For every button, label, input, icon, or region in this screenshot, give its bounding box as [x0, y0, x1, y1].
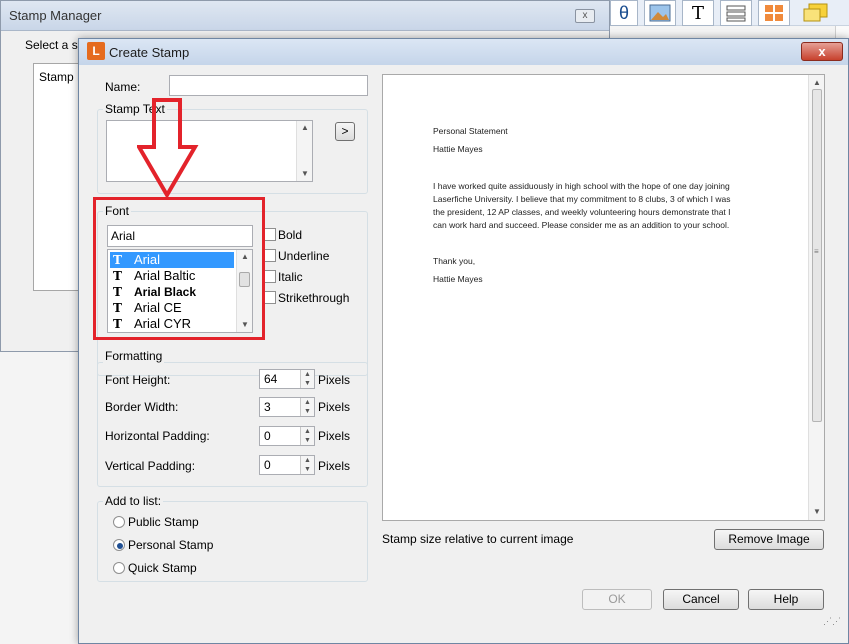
list-icon[interactable]: [720, 0, 752, 26]
remove-image-button[interactable]: Remove Image: [714, 529, 824, 550]
scroll-up-icon[interactable]: ▲: [809, 78, 825, 87]
preview-body-line-4: can work hard and succeed. Please consid…: [433, 220, 730, 230]
image-icon[interactable]: [644, 0, 676, 26]
vertical-padding-unit: Pixels: [318, 459, 351, 473]
red-arrow-icon: [137, 98, 199, 199]
font-height-spinner[interactable]: 64 ▲ ▼: [259, 369, 315, 389]
spin-up-icon[interactable]: ▲: [300, 370, 314, 379]
scroll-down-icon[interactable]: ▼: [809, 507, 825, 516]
name-label: Name:: [105, 80, 141, 94]
horizontal-padding-value: 0: [264, 429, 271, 443]
quick-stamp-label: Quick Stamp: [128, 561, 197, 575]
preview-name: Hattie Mayes: [433, 144, 483, 154]
preview-body-line-1: I have worked quite assiduously in high …: [433, 181, 730, 191]
spin-up-icon[interactable]: ▲: [300, 427, 314, 436]
vertical-padding-spinner[interactable]: 0 ▲ ▼: [259, 455, 315, 475]
border-width-unit: Pixels: [318, 400, 351, 414]
spin-down-icon[interactable]: ▼: [300, 465, 314, 474]
personal-stamp-radio[interactable]: [113, 539, 125, 551]
personal-stamp-label: Personal Stamp: [128, 538, 214, 552]
spin-up-icon[interactable]: ▲: [300, 456, 314, 465]
formatting-label: Formatting: [103, 349, 165, 363]
grid-icon[interactable]: [758, 0, 790, 26]
red-highlight-box: [93, 197, 265, 340]
font-height-unit: Pixels: [318, 373, 351, 387]
preview-body-line-3: the president, 12 AP classes, and weekly…: [433, 207, 731, 217]
horizontal-padding-label: Horizontal Padding:: [105, 429, 210, 443]
scroll-up-icon[interactable]: ▲: [297, 123, 313, 132]
preview-scroll-thumb[interactable]: ≡: [812, 89, 822, 422]
bold-label: Bold: [278, 228, 303, 242]
note-icon[interactable]: [796, 0, 836, 26]
create-stamp-dialog: L Create Stamp x Name: Stamp Text ▲ ▼ > …: [78, 38, 849, 644]
stamp-preview-panel[interactable]: Personal Statement Hattie Mayes I have w…: [382, 74, 825, 521]
create-stamp-title: Create Stamp: [109, 45, 190, 60]
font-height-value: 64: [264, 372, 278, 386]
stamp-manager-close-button[interactable]: x: [575, 9, 595, 23]
strikethrough-label: Strikethrough: [278, 291, 350, 305]
add-to-list-label: Add to list:: [103, 494, 164, 508]
cancel-button[interactable]: Cancel: [663, 589, 739, 610]
background-toolbar: θ T: [610, 0, 849, 26]
ok-button[interactable]: OK: [582, 589, 652, 610]
stamp-manager-titlebar: Stamp Manager x: [1, 1, 609, 31]
preview-heading: Personal Statement: [433, 126, 508, 136]
spin-up-icon[interactable]: ▲: [300, 398, 314, 407]
stamp-manager-title: Stamp Manager: [9, 8, 102, 23]
stamp-size-label: Stamp size relative to current image: [382, 532, 574, 546]
border-width-spinner[interactable]: 3 ▲ ▼: [259, 397, 315, 417]
public-stamp-label: Public Stamp: [128, 515, 199, 529]
text-icon[interactable]: T: [682, 0, 714, 26]
border-width-label: Border Width:: [105, 400, 179, 414]
name-input[interactable]: [169, 75, 368, 96]
quick-stamp-radio[interactable]: [113, 562, 125, 574]
create-stamp-close-button[interactable]: x: [801, 42, 843, 61]
preview-closing: Thank you,: [433, 256, 476, 266]
spin-down-icon[interactable]: ▼: [300, 407, 314, 416]
underline-label: Underline: [278, 249, 330, 263]
resize-grip-icon[interactable]: ⋰⋰: [823, 617, 841, 633]
laserfiche-logo-icon: L: [87, 42, 105, 60]
help-button[interactable]: Help: [748, 589, 824, 610]
vertical-padding-label: Vertical Padding:: [105, 459, 196, 473]
vertical-padding-value: 0: [264, 458, 271, 472]
stamp-text-scrollbar[interactable]: ▲ ▼: [296, 121, 312, 181]
preview-scrollbar[interactable]: ▲ ≡ ▼: [808, 75, 824, 520]
horizontal-padding-spinner[interactable]: 0 ▲ ▼: [259, 426, 315, 446]
spin-down-icon[interactable]: ▼: [300, 436, 314, 445]
font-height-label: Font Height:: [105, 373, 171, 387]
scroll-down-icon[interactable]: ▼: [297, 169, 313, 178]
italic-label: Italic: [278, 270, 303, 284]
globe-icon[interactable]: θ: [610, 0, 638, 26]
spin-down-icon[interactable]: ▼: [300, 379, 314, 388]
stamp-list[interactable]: [33, 63, 83, 291]
create-stamp-titlebar: L Create Stamp x: [79, 39, 848, 65]
preview-body-line-2: Laserfiche University. I believe that my…: [433, 194, 731, 204]
expand-stamp-text-button[interactable]: >: [335, 122, 355, 141]
public-stamp-radio[interactable]: [113, 516, 125, 528]
grip-icon: ≡: [814, 247, 819, 256]
border-width-value: 3: [264, 400, 271, 414]
horizontal-padding-unit: Pixels: [318, 429, 351, 443]
preview-signature: Hattie Mayes: [433, 274, 483, 284]
